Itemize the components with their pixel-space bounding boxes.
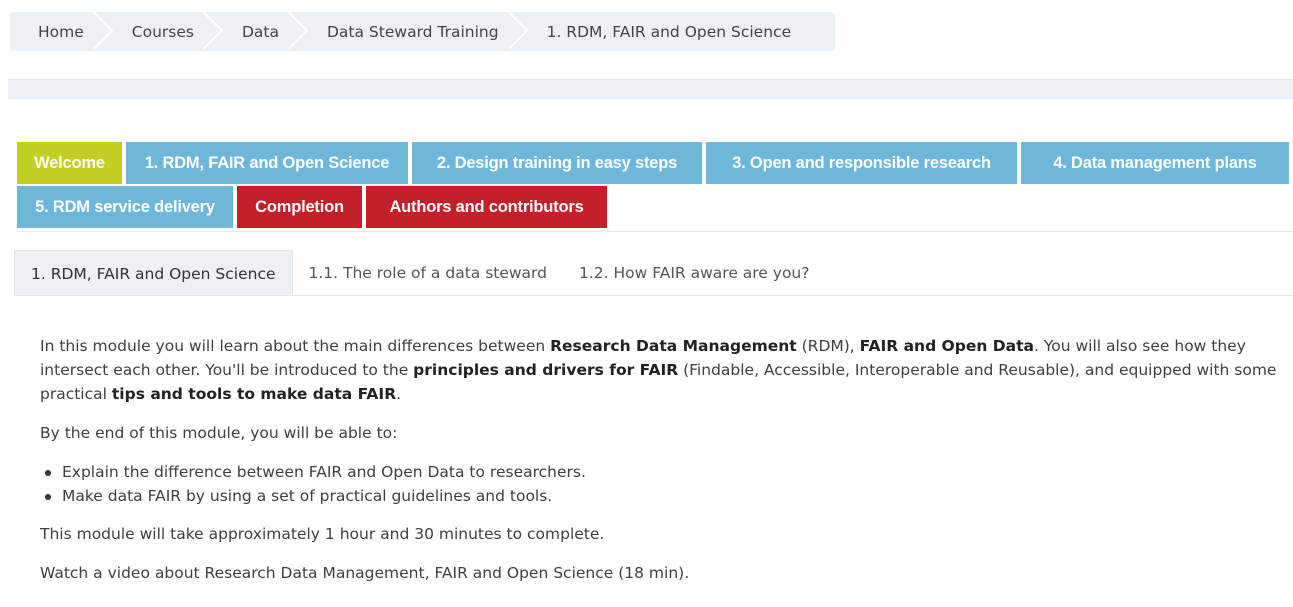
module-row: Welcome 1. RDM, FAIR and Open Science 2.… [17, 142, 1293, 184]
list-item: Explain the difference between FAIR and … [40, 460, 1280, 484]
breadcrumb-home[interactable]: Home [10, 12, 104, 51]
tab-role-of-data-steward[interactable]: 1.1. The role of a data steward [293, 250, 563, 296]
outcomes-list: Explain the difference between FAIR and … [40, 460, 1280, 508]
authors-contributors-button[interactable]: Authors and contributors [366, 186, 607, 228]
tab-how-fair-aware[interactable]: 1.2. How FAIR aware are you? [563, 250, 825, 296]
divider [14, 295, 1293, 296]
breadcrumb: Home Courses Data Data Steward Training … [10, 12, 836, 51]
module-row: 5. RDM service delivery Completion Autho… [17, 186, 1293, 228]
section-tabs: 1. RDM, FAIR and Open Science 1.1. The r… [14, 250, 825, 296]
breadcrumb-current: 1. RDM, FAIR and Open Science [546, 22, 792, 41]
module-navigation: Welcome 1. RDM, FAIR and Open Science 2.… [17, 142, 1293, 228]
divider [17, 231, 1293, 232]
module-2-button[interactable]: 2. Design training in easy steps [412, 142, 702, 184]
tab-rdm-fair-open-science[interactable]: 1. RDM, FAIR and Open Science [14, 250, 293, 296]
module-5-button[interactable]: 5. RDM service delivery [17, 186, 233, 228]
breadcrumb-data-steward-training[interactable]: Data Steward Training [299, 12, 519, 51]
breadcrumb-separator [507, 12, 531, 51]
module-3-button[interactable]: 3. Open and responsible research [706, 142, 1017, 184]
outcomes-intro: By the end of this module, you will be a… [40, 424, 398, 442]
duration-text: This module will take approximately 1 ho… [40, 525, 605, 543]
module-content: In this module you will learn about the … [40, 334, 1280, 600]
breadcrumb-data[interactable]: Data [214, 12, 299, 51]
module-4-button[interactable]: 4. Data management plans [1021, 142, 1289, 184]
breadcrumb-separator [92, 12, 116, 51]
breadcrumb-separator [202, 12, 226, 51]
list-item: Make data FAIR by using a set of practic… [40, 484, 1280, 508]
breadcrumb-separator [287, 12, 311, 51]
module-1-button[interactable]: 1. RDM, FAIR and Open Science [126, 142, 408, 184]
completion-button[interactable]: Completion [237, 186, 362, 228]
page-header-band [8, 79, 1293, 99]
video-text: Watch a video about Research Data Manage… [40, 564, 690, 582]
module-welcome-button[interactable]: Welcome [17, 142, 122, 184]
breadcrumb-courses[interactable]: Courses [104, 12, 214, 51]
intro-paragraph: In this module you will learn about the … [40, 337, 1277, 403]
